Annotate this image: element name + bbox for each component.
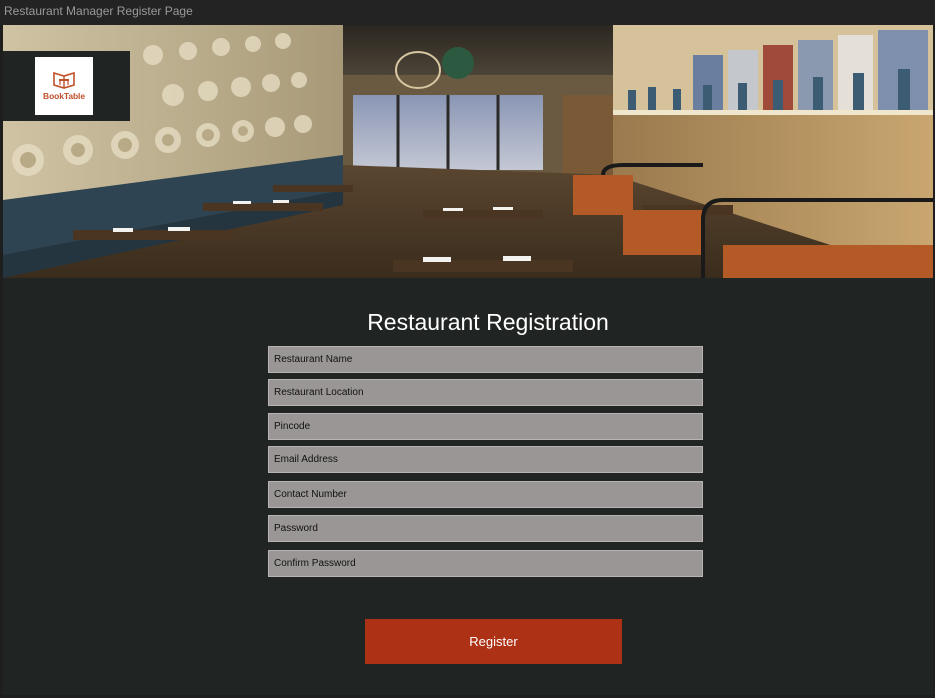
book-table-icon <box>53 71 75 89</box>
password-field[interactable]: Password <box>268 515 703 542</box>
page-frame: BookTable Restaurant Registration Restau… <box>3 25 933 695</box>
logo-panel: BookTable <box>3 51 130 121</box>
page-title: Restaurant Registration <box>367 309 609 335</box>
window-title: Restaurant Manager Register Page <box>0 0 935 25</box>
contact-number-field[interactable]: Contact Number <box>268 481 703 508</box>
email-field[interactable]: Email Address <box>268 446 703 473</box>
register-button[interactable]: Register <box>365 619 622 664</box>
brand-name: BookTable <box>43 91 85 101</box>
hero-banner-image <box>3 25 933 278</box>
restaurant-location-field[interactable]: Restaurant Location <box>268 379 703 406</box>
pincode-field[interactable]: Pincode <box>268 413 703 440</box>
restaurant-name-field[interactable]: Restaurant Name <box>268 346 703 373</box>
booktable-logo[interactable]: BookTable <box>35 57 93 115</box>
confirm-password-field[interactable]: Confirm Password <box>268 550 703 577</box>
